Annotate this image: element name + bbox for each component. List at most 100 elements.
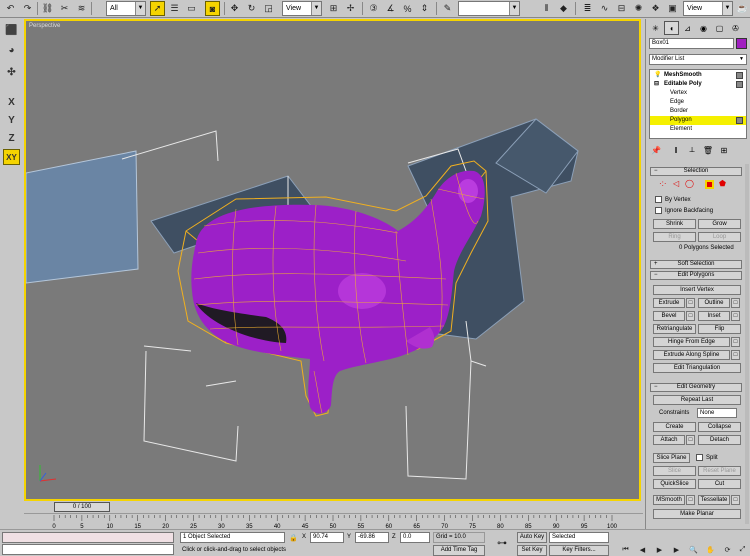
- redo-icon[interactable]: ↷: [20, 1, 35, 16]
- grow-button[interactable]: Grow: [698, 219, 741, 229]
- rectangular-selection-icon[interactable]: ▭: [184, 1, 199, 16]
- display-tab-icon[interactable]: ▢: [712, 21, 727, 35]
- hierarchy-tab-icon[interactable]: ⊿: [680, 21, 695, 35]
- stack-item-editable-poly[interactable]: ⊟ Editable Poly: [650, 80, 746, 89]
- border-level-icon[interactable]: ◯: [685, 180, 694, 188]
- slice-button[interactable]: Slice: [653, 466, 696, 476]
- select-by-name-icon[interactable]: ☰: [167, 1, 182, 16]
- extrude-spline-settings-button[interactable]: □: [731, 350, 740, 360]
- set-key-button[interactable]: Set Key: [517, 545, 547, 556]
- select-move-icon[interactable]: ✥: [227, 1, 242, 16]
- select-object-icon[interactable]: ➚: [150, 1, 165, 16]
- next-frame-icon[interactable]: ▶: [671, 544, 682, 555]
- extrude-settings-button[interactable]: □: [686, 298, 695, 308]
- maxscript-output-field[interactable]: [2, 544, 174, 555]
- modify-sphere-icon[interactable]: ◕: [3, 42, 20, 58]
- quickslice-button[interactable]: QuickSlice: [653, 479, 696, 489]
- zoom-viewport-icon[interactable]: 🔍: [688, 544, 699, 555]
- bevel-button[interactable]: Bevel: [653, 311, 685, 321]
- angle-snap-icon[interactable]: ∡: [383, 1, 398, 16]
- time-slider-thumb[interactable]: 0 / 100: [54, 502, 110, 512]
- stack-item-edge[interactable]: Edge: [650, 98, 746, 107]
- trackbar[interactable]: 0 5 10 15 20 25 30 35 40 45 50 55 60 65 70 75 80 85 90 95 10…: [24, 513, 643, 530]
- add-time-tag-button[interactable]: Add Time Tag: [433, 545, 485, 556]
- edit-geometry-rollout-header[interactable]: − Edit Geometry: [650, 383, 742, 392]
- cut-button[interactable]: Cut: [698, 479, 741, 489]
- detach-button[interactable]: Detach: [698, 435, 741, 445]
- select-manipulate-icon[interactable]: ✢: [343, 1, 358, 16]
- make-unique-icon[interactable]: ⟂: [685, 143, 699, 157]
- unlink-icon[interactable]: ✂: [57, 1, 72, 16]
- ignore-backfacing-checkbox[interactable]: [655, 207, 662, 214]
- play-icon[interactable]: ▶: [654, 544, 665, 555]
- insert-vertex-button[interactable]: Insert Vertex: [653, 285, 741, 295]
- make-planar-button[interactable]: Make Planar: [653, 509, 741, 519]
- repeat-last-button[interactable]: Repeat Last: [653, 395, 741, 405]
- reference-coordinate-dropdown[interactable]: View ▼: [282, 1, 322, 16]
- pin-stack-icon[interactable]: 📌: [649, 143, 663, 157]
- tessellate-settings-button[interactable]: □: [731, 495, 740, 505]
- collapse-minus-icon[interactable]: ⊟: [654, 80, 659, 89]
- selection-rollout-header[interactable]: − Selection: [650, 167, 742, 176]
- configure-modifier-sets-icon[interactable]: ⊞: [717, 143, 731, 157]
- render-view-dropdown[interactable]: View ▼: [683, 1, 733, 16]
- link-icon[interactable]: ⛓: [40, 1, 55, 16]
- go-to-start-icon[interactable]: ⏮: [620, 544, 631, 555]
- space-warp-icon[interactable]: ✣: [3, 64, 20, 80]
- pivot-center-icon[interactable]: ⊞: [326, 1, 341, 16]
- edit-polygons-rollout-header[interactable]: − Edit Polygons: [650, 271, 742, 280]
- extrude-along-spline-button[interactable]: Extrude Along Spline: [653, 350, 730, 360]
- bevel-settings-button[interactable]: □: [686, 311, 695, 321]
- key-filters-button[interactable]: Key Filters...: [549, 545, 609, 556]
- msmooth-settings-button[interactable]: □: [686, 495, 695, 505]
- maximize-viewport-icon[interactable]: ⤢: [737, 544, 748, 555]
- outline-button[interactable]: Outline: [698, 298, 730, 308]
- render-setup-icon[interactable]: ❖: [648, 1, 663, 16]
- bind-space-warp-icon[interactable]: ≋: [74, 1, 89, 16]
- schematic-view-icon[interactable]: ⊟: [614, 1, 629, 16]
- stack-item-element[interactable]: Element: [650, 125, 746, 134]
- slice-plane-button[interactable]: Slice Plane: [653, 453, 690, 463]
- window-crossing-icon[interactable]: ◙: [205, 1, 220, 16]
- stack-item-polygon[interactable]: Polygon: [650, 116, 746, 125]
- maxscript-listener-field[interactable]: [2, 532, 174, 543]
- msmooth-button[interactable]: MSmooth: [653, 495, 685, 505]
- render-frame-icon[interactable]: ▣: [665, 1, 680, 16]
- mirror-icon[interactable]: ⫴: [539, 1, 554, 16]
- key-mode-icon[interactable]: ⊶: [494, 536, 510, 550]
- pan-viewport-icon[interactable]: ✋: [705, 544, 716, 555]
- key-selection-dropdown[interactable]: Selected: [549, 532, 609, 543]
- time-slider[interactable]: 0 / 100: [24, 501, 643, 513]
- spinner-snap-icon[interactable]: ⇕: [417, 1, 432, 16]
- inset-settings-button[interactable]: □: [731, 311, 740, 321]
- create-tab-icon[interactable]: ✳: [648, 21, 663, 35]
- stack-item-vertex[interactable]: Vertex: [650, 89, 746, 98]
- retriangulate-button[interactable]: Retriangulate: [653, 324, 696, 334]
- extrude-button[interactable]: Extrude: [653, 298, 685, 308]
- create-box-icon[interactable]: ⬛: [3, 22, 20, 38]
- create-button[interactable]: Create: [653, 422, 696, 432]
- remove-modifier-icon[interactable]: 🗑: [701, 143, 715, 157]
- snaps-toggle-icon[interactable]: ③: [366, 1, 381, 16]
- named-selection-dropdown[interactable]: ▼: [458, 1, 520, 16]
- tessellate-button[interactable]: Tessellate: [698, 495, 730, 505]
- constraints-dropdown[interactable]: None: [697, 408, 737, 418]
- command-panel-scrollbar[interactable]: [745, 164, 749, 524]
- hinge-from-edge-button[interactable]: Hinge From Edge: [653, 337, 730, 347]
- arc-rotate-icon[interactable]: ⟳: [722, 544, 733, 555]
- outline-settings-button[interactable]: □: [731, 298, 740, 308]
- lock-selection-icon[interactable]: 🔒: [288, 532, 299, 543]
- named-selection-icon[interactable]: ✎: [440, 1, 455, 16]
- stack-item-border[interactable]: Border: [650, 107, 746, 116]
- perspective-viewport[interactable]: Perspective: [24, 19, 641, 501]
- axis-z-button[interactable]: Z: [3, 130, 20, 146]
- by-vertex-checkbox[interactable]: [655, 196, 662, 203]
- y-coord-field[interactable]: -69.86: [355, 532, 389, 543]
- undo-icon[interactable]: ↶: [3, 1, 18, 16]
- lightbulb-icon[interactable]: 💡: [654, 71, 661, 80]
- element-level-icon[interactable]: ⬟: [719, 180, 726, 188]
- edit-triangulation-button[interactable]: Edit Triangulation: [653, 363, 741, 373]
- x-coord-field[interactable]: 90.74: [310, 532, 344, 543]
- object-color-swatch[interactable]: [736, 38, 747, 49]
- auto-key-button[interactable]: Auto Key: [517, 532, 547, 543]
